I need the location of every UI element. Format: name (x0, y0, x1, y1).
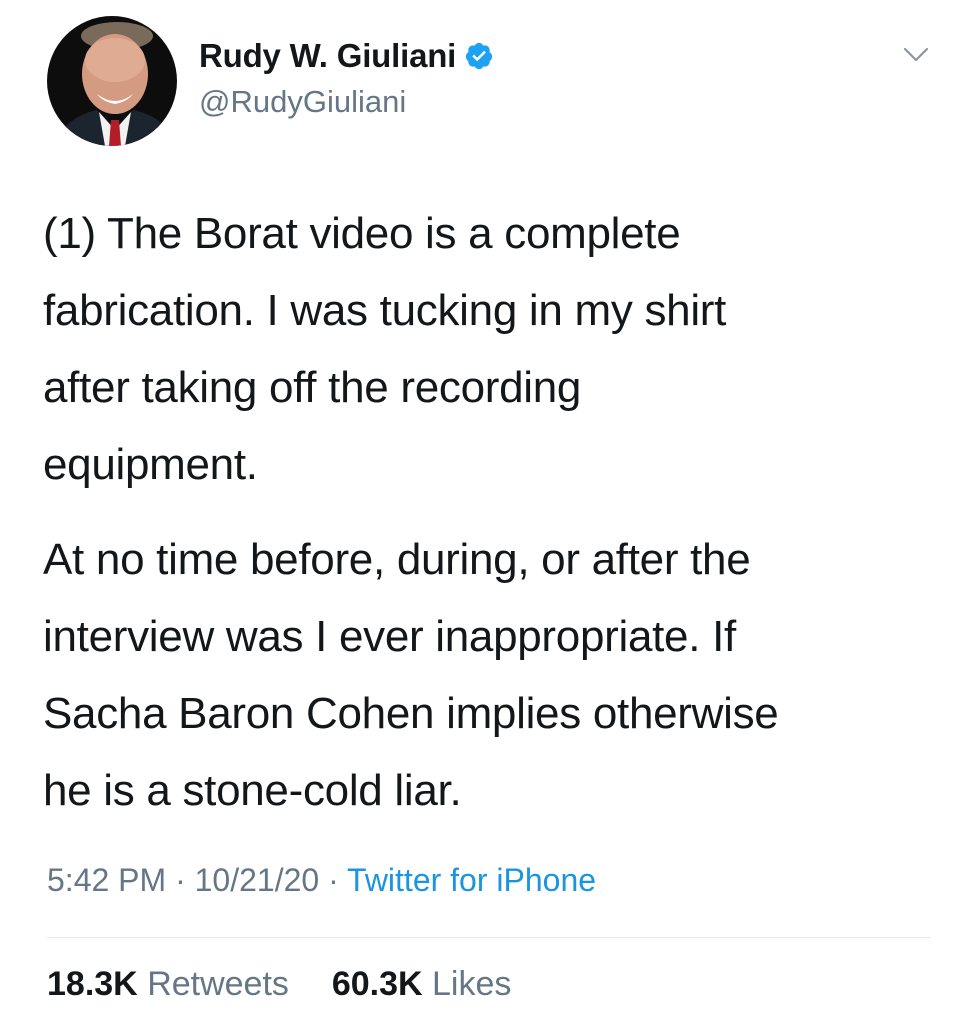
tweet-card: Rudy W. Giuliani @RudyGiuliani (1) The B… (0, 0, 976, 1024)
author-display-name[interactable]: Rudy W. Giuliani (199, 37, 456, 75)
tweet-stats: 18.3K Retweets 60.3K Likes (47, 965, 511, 1004)
profile-photo-icon (47, 16, 177, 146)
tweet-paragraph-2: At no time before, during, or after the … (43, 521, 943, 829)
meta-separator: · (175, 862, 186, 898)
author-handle[interactable]: @RudyGiuliani (199, 84, 406, 120)
tweet-meta: 5:42 PM · 10/21/20 · Twitter for iPhone (47, 862, 596, 899)
verified-badge-icon (464, 41, 494, 71)
tweet-text-line: equipment. (43, 440, 258, 489)
likes-count: 60.3K (331, 965, 423, 1003)
tweet-date[interactable]: 10/21/20 (195, 862, 320, 898)
divider (47, 937, 930, 938)
retweets-label: Retweets (147, 965, 289, 1003)
likes-stat[interactable]: 60.3K Likes (332, 965, 512, 1003)
avatar[interactable] (47, 16, 177, 146)
tweet-source-link[interactable]: Twitter for iPhone (347, 862, 596, 898)
tweet-text-line: At no time before, during, or after the (43, 535, 751, 584)
author-name-row[interactable]: Rudy W. Giuliani (199, 34, 494, 78)
tweet-text-line: interview was I ever inappropriate. If (43, 612, 736, 661)
tweet-text-line: after taking off the recording (43, 363, 582, 412)
meta-separator: · (328, 862, 339, 898)
retweets-stat[interactable]: 18.3K Retweets (47, 965, 298, 1003)
tweet-text-line: Sacha Baron Cohen implies otherwise (43, 689, 779, 738)
likes-label: Likes (432, 965, 512, 1003)
tweet-text-line: (1) The Borat video is a complete (43, 209, 681, 258)
retweets-count: 18.3K (47, 965, 138, 1003)
tweet-paragraph-1: (1) The Borat video is a complete fabric… (43, 195, 943, 503)
tweet-text-line: fabrication. I was tucking in my shirt (43, 286, 727, 335)
chevron-down-icon[interactable] (902, 44, 930, 64)
tweet-text-line: he is a stone-cold liar. (43, 766, 462, 815)
tweet-time[interactable]: 5:42 PM (47, 862, 166, 898)
